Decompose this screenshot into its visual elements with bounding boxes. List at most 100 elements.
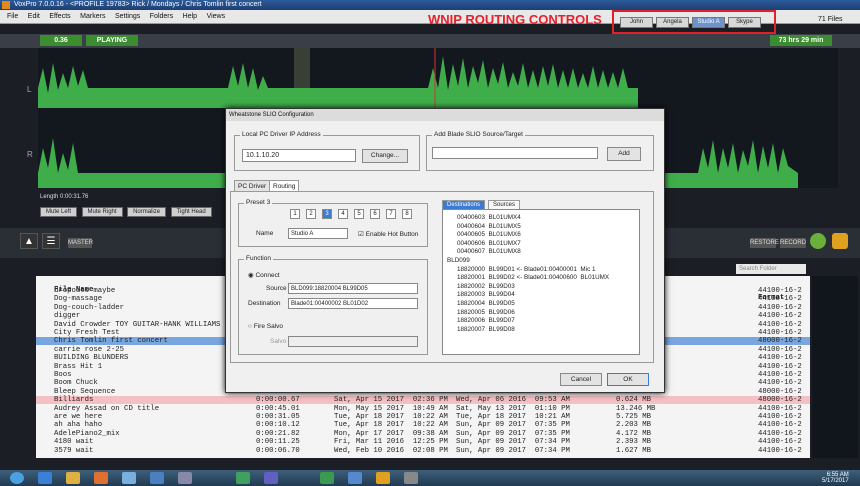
search-input[interactable]: Search Folder <box>736 264 806 274</box>
microphone-icon[interactable] <box>832 233 848 249</box>
preset-button-5[interactable]: 5 <box>354 209 364 219</box>
tree-item[interactable]: 18820002 BL99D03 <box>457 283 515 291</box>
master-button[interactable]: MASTER <box>68 238 93 248</box>
remaining-time: 73 hrs 29 min <box>770 35 832 46</box>
preset-button-2[interactable]: 2 <box>306 209 316 219</box>
preset-name-field[interactable]: Studio A <box>288 228 348 239</box>
mute-left-button[interactable]: Mute Left <box>40 207 78 217</box>
preset-button-1[interactable]: 1 <box>290 209 300 219</box>
tree-item[interactable]: 18820001 BL99D02 <- Blade01:00400600 BL0… <box>457 274 609 282</box>
record-button[interactable]: RECORD <box>780 238 806 248</box>
source-select[interactable]: BLD099:18820004 BL99D05 <box>288 283 418 294</box>
file-name: are we here <box>54 413 103 421</box>
browser-icon[interactable] <box>38 472 52 484</box>
right-channel-label: R <box>27 150 33 159</box>
file-row[interactable]: AdelePiano2_mix 0:00:21.82 Mon, Apr 17 201… <box>36 430 810 438</box>
routing-tab-angela[interactable]: Angela <box>656 17 689 28</box>
file-row[interactable]: ah aha haho 0:00:10.12 Tue, Apr 18 2017 10… <box>36 421 810 429</box>
tool-icon[interactable] <box>348 472 362 484</box>
cancel-button[interactable]: Cancel <box>560 373 602 386</box>
menu-help[interactable]: Help <box>183 10 197 24</box>
menu-markers[interactable]: Markers <box>80 10 105 24</box>
media-icon[interactable] <box>94 472 108 484</box>
menu-views[interactable]: Views <box>207 10 226 24</box>
routing-tree[interactable]: 00400603 BL01UMX4 00400604 BL01UMX5 004006… <box>442 209 640 355</box>
menu-settings[interactable]: Settings <box>115 10 140 24</box>
window-icon[interactable] <box>178 472 192 484</box>
ip-address-field[interactable]: 10.1.10.20 <box>242 149 356 162</box>
menu-effects[interactable]: Effects <box>49 10 70 24</box>
preset-button-3[interactable]: 3 <box>322 209 332 219</box>
file-created: Fri, Mar 11 2016 12:25 PM <box>334 438 448 447</box>
mute-right-button[interactable]: Mute Right <box>81 207 123 217</box>
salvo-select[interactable] <box>288 336 418 347</box>
tree-item[interactable]: 00400604 BL01UMX5 <box>457 223 521 231</box>
file-format: 44100-16-2 <box>758 345 802 354</box>
list-icon[interactable]: ☰ <box>42 233 60 249</box>
file-name: Boom Chuck <box>54 379 98 388</box>
menu-folders[interactable]: Folders <box>150 10 173 24</box>
fire-salvo-radio[interactable]: ○ Fire Salvo <box>248 323 283 330</box>
tree-item[interactable]: 00400603 BL01UMX4 <box>457 214 521 222</box>
file-row[interactable]: 3579 wait 0:00:06.70 Wed, Feb 10 2016 02:0… <box>36 447 810 455</box>
tree-item[interactable]: 00400606 BL01UMX7 <box>457 240 521 248</box>
tree-item[interactable]: 18820004 BL99D05 <box>457 300 515 308</box>
menu-file[interactable]: File <box>7 10 18 24</box>
window-title-bar: VoxPro 7.0.0.16 - <PROFILE 19783> Rick /… <box>0 0 860 10</box>
start-icon[interactable] <box>10 472 24 484</box>
chrome-icon[interactable] <box>404 472 418 484</box>
blade-group-label: Add Blade SLIO Source/Target <box>432 131 525 138</box>
file-format: 48000-16-2 <box>758 396 802 405</box>
file-length: 0:00:31.05 <box>256 413 300 421</box>
routing-tab-john[interactable]: John <box>620 17 653 28</box>
folder-icon[interactable] <box>66 472 80 484</box>
file-created: Tue, Apr 18 2017 10:22 AM <box>334 421 448 430</box>
ok-button[interactable]: OK <box>607 373 649 386</box>
normalize-button[interactable]: Normalize <box>127 207 167 217</box>
routing-tab-skype[interactable]: Skype <box>728 17 761 28</box>
blade-source-select[interactable] <box>432 147 598 159</box>
tree-item[interactable]: 18820000 BL99D01 <- Blade01:00400001 Mic… <box>457 266 595 274</box>
preset-button-4[interactable]: 4 <box>338 209 348 219</box>
voxpro-icon[interactable] <box>376 472 390 484</box>
file-format: 44100-16-2 <box>758 438 802 447</box>
hot-button-checkbox[interactable]: ☑ Enable Hot Button <box>358 230 418 238</box>
destination-select[interactable]: Blade01:00400002 BL01D02 <box>288 298 418 309</box>
file-name: Bleep Sequence <box>54 387 116 396</box>
tree-item[interactable]: 18820003 BL99D04 <box>457 291 515 299</box>
restore-button[interactable]: RESTORE <box>750 238 779 248</box>
tree-item[interactable]: 18820007 BL99D08 <box>457 326 515 334</box>
clock-icon[interactable] <box>810 233 826 249</box>
file-name: Audrey Assad on CD title <box>54 404 160 413</box>
file-row[interactable]: Audrey Assad on CD title 0:00:45.01 Mon, M… <box>36 405 810 413</box>
excel-icon[interactable] <box>236 472 250 484</box>
tree-item[interactable]: BLD099 <box>447 257 470 265</box>
add-button[interactable]: Add <box>607 147 641 161</box>
tree-item[interactable]: 00400607 BL01UMX8 <box>457 248 521 256</box>
network-icon[interactable] <box>264 472 278 484</box>
play-state: PLAYING <box>86 35 138 46</box>
file-row[interactable]: are we here 0:00:31.05 Tue, Apr 18 2017 10… <box>36 413 810 421</box>
word-icon[interactable] <box>150 472 164 484</box>
routing-tab-studio-a[interactable]: Studio A <box>692 17 725 28</box>
file-row[interactable]: 4180 wait 0:00:11.25 Fri, Mar 11 2016 12:2… <box>36 438 810 446</box>
tree-item[interactable]: 18820005 BL99D06 <box>457 309 515 317</box>
tight-head-button[interactable]: Tight Head <box>170 207 212 217</box>
change-button[interactable]: Change... <box>362 149 408 163</box>
file-row[interactable]: Billiards 0:00:00.67 Sat, Apr 15 2017 02:3… <box>36 396 810 405</box>
tree-item[interactable]: 18820006 BL99D07 <box>457 317 515 325</box>
tray-clock[interactable]: 6:55 AM 5/17/2017 <box>822 472 849 484</box>
preset-button-6[interactable]: 6 <box>370 209 380 219</box>
preset-button-8[interactable]: 8 <box>402 209 412 219</box>
sheet-icon[interactable] <box>320 472 334 484</box>
fire-icon[interactable]: ▲ <box>20 233 38 249</box>
file-modified: Sun, Apr 09 2017 07:34 PM <box>456 446 570 455</box>
file-format: 44100-16-2 <box>758 354 802 363</box>
edit-buttons: Mute Left Mute Right Normalize Tight Hea… <box>40 205 214 217</box>
menu-edit[interactable]: Edit <box>28 10 40 24</box>
tree-item[interactable]: 00400605 BL01UMX6 <box>457 231 521 239</box>
name-label: Name <box>256 230 274 237</box>
preset-button-7[interactable]: 7 <box>386 209 396 219</box>
app-icon-taskbar[interactable] <box>122 472 136 484</box>
connect-radio[interactable]: ◉ Connect <box>248 271 280 279</box>
